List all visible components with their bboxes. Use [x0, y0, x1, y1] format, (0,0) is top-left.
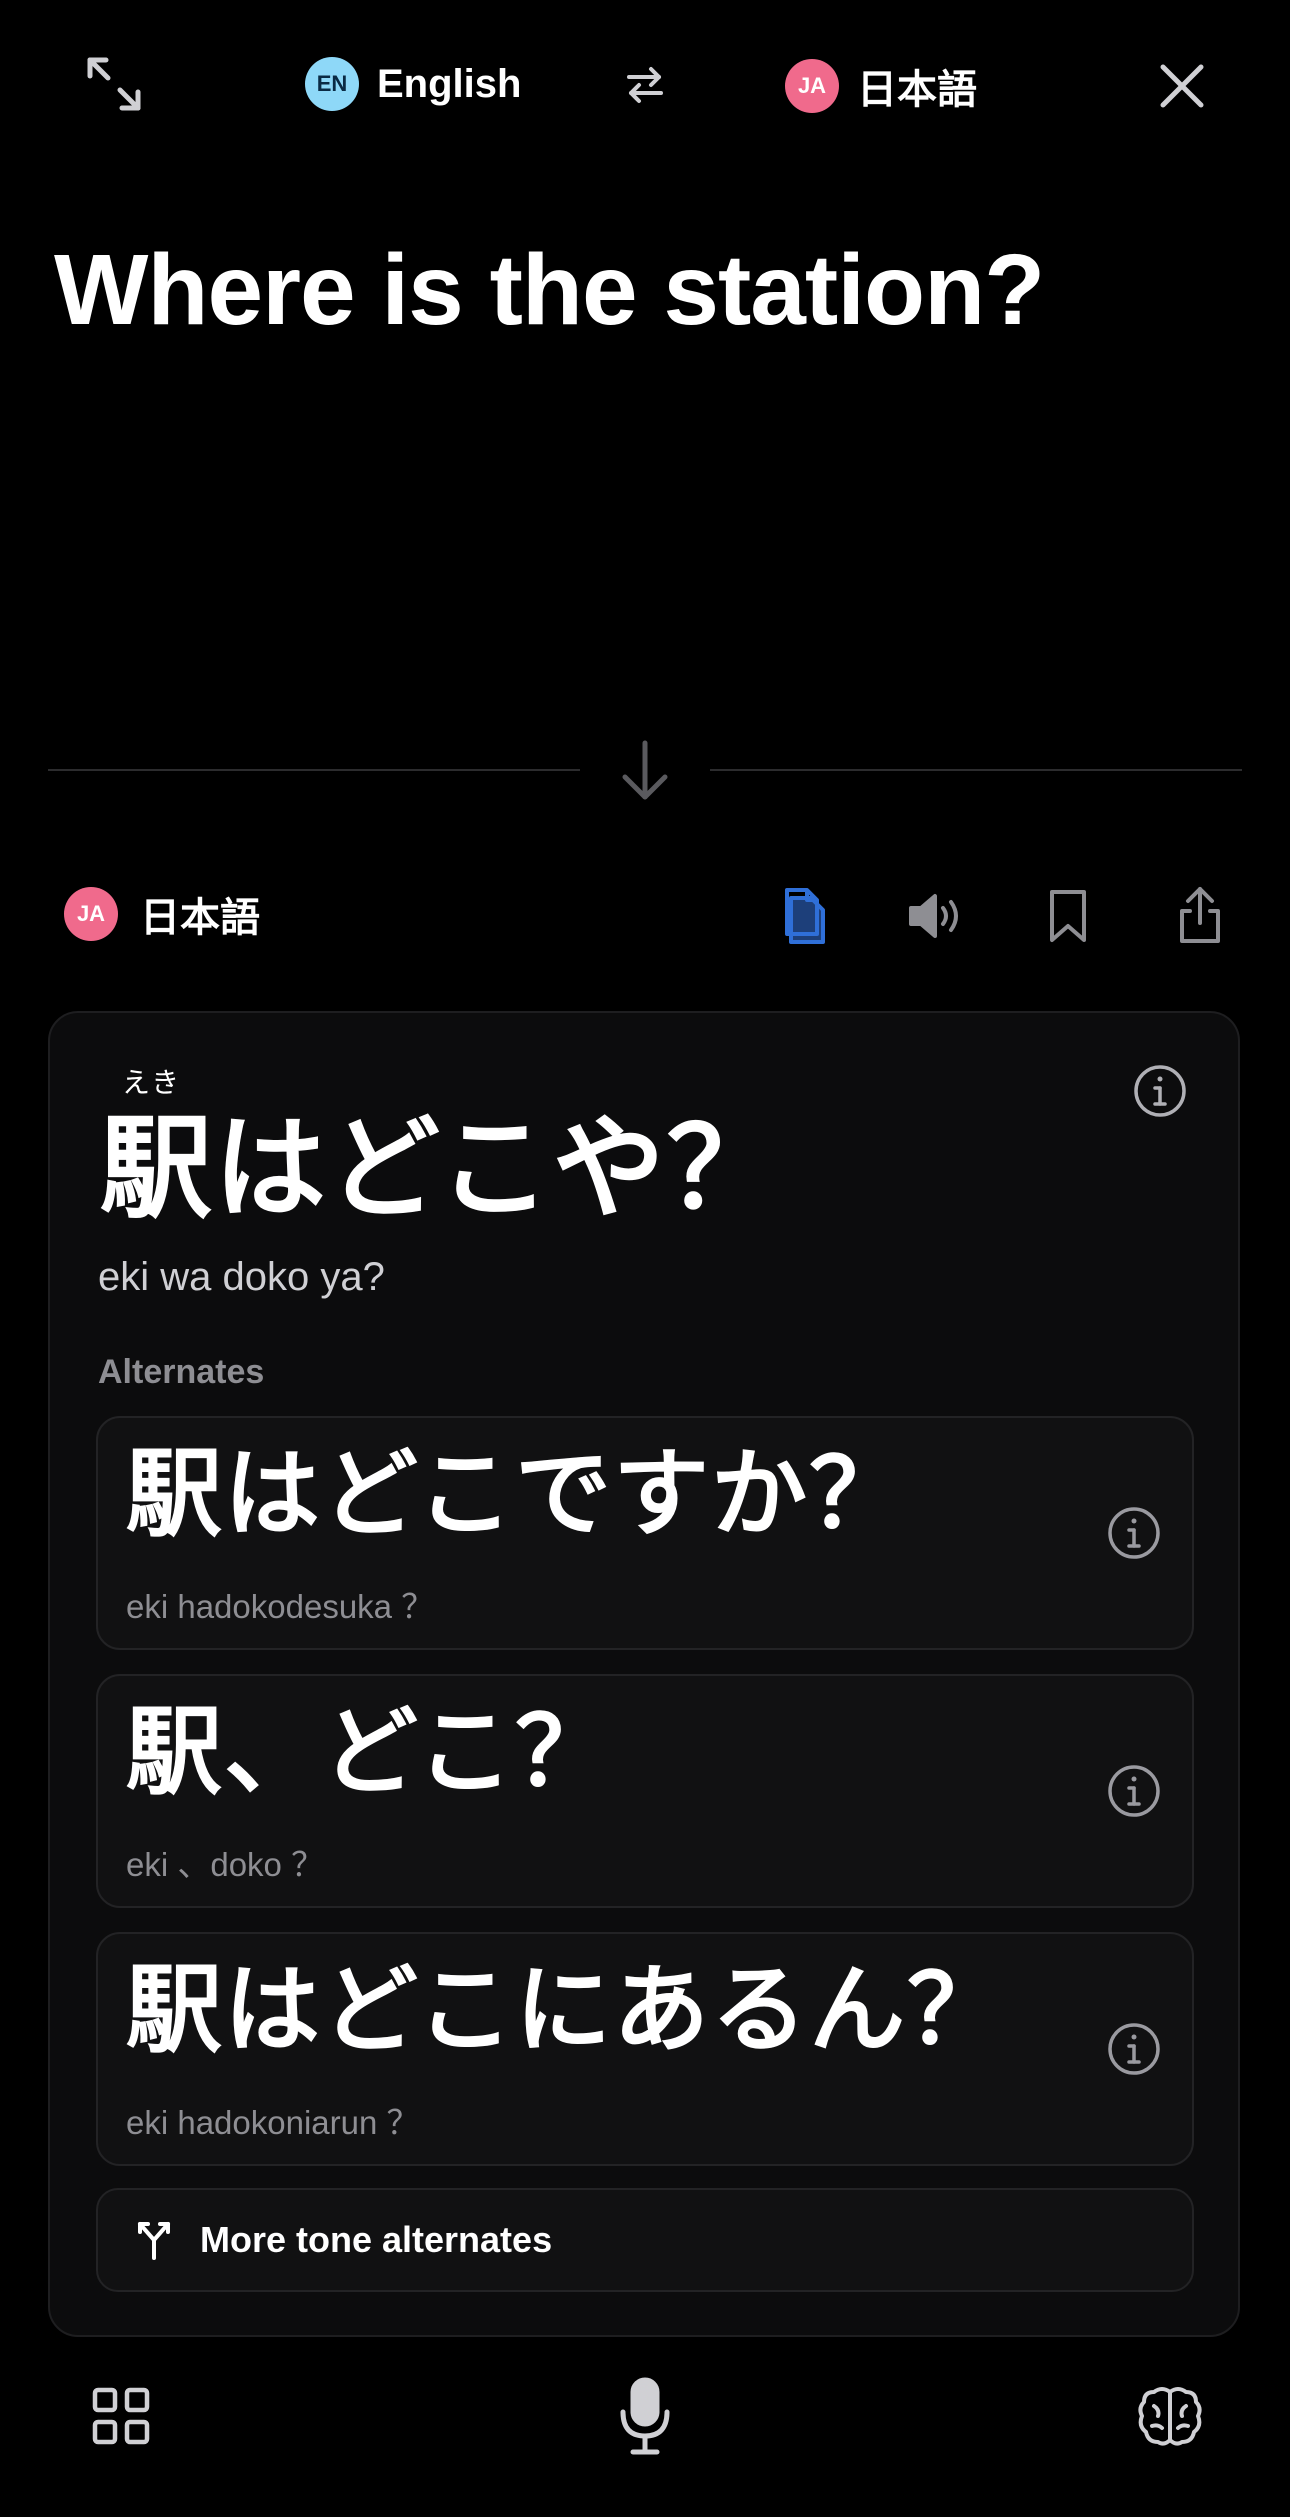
alternate-text: 駅はどこにあるん？ — [126, 1954, 1006, 2066]
target-language-label: JA 日本語 — [64, 885, 260, 943]
alternate-romaji: eki hadokodesuka ？ — [126, 1588, 435, 1625]
alternate-romaji: eki 、doko ？ — [126, 1846, 325, 1883]
source-language-badge: EN — [305, 57, 359, 111]
alternate-item[interactable]: 駅はどこにあるん？ eki hadokoniarun ？ — [96, 1932, 1194, 2166]
expand-icon[interactable] — [78, 48, 150, 120]
info-icon[interactable] — [1130, 1061, 1190, 1121]
furigana: えき — [122, 1067, 182, 1098]
bookmark-icon[interactable] — [1038, 880, 1098, 952]
target-language-badge: JA — [785, 59, 839, 113]
divider-right — [710, 769, 1242, 771]
speaker-icon[interactable] — [902, 882, 972, 950]
source-language-selector[interactable]: EN English — [305, 57, 521, 111]
alternate-text: 駅はどこですか？ — [126, 1438, 908, 1550]
source-text[interactable]: Where is the station? — [54, 235, 1234, 345]
grid-icon[interactable] — [88, 2383, 154, 2449]
alternate-item[interactable]: 駅、どこ？ eki 、doko ？ — [96, 1674, 1194, 1908]
swap-icon[interactable] — [618, 58, 672, 112]
translation-text[interactable]: 駅はどこや？ — [100, 1105, 781, 1234]
alternate-romaji: eki hadokoniarun ？ — [126, 2104, 420, 2141]
target-name: 日本語 — [140, 896, 260, 940]
more-tone-label: More tone alternates — [200, 2219, 553, 2260]
divider-left — [48, 769, 580, 771]
alternates-heading: Alternates — [98, 1353, 265, 1391]
target-language-name: 日本語 — [857, 68, 977, 112]
arrow-down-icon — [612, 738, 678, 804]
brain-icon[interactable] — [1134, 2380, 1206, 2452]
source-language-name: English — [377, 61, 522, 106]
close-icon[interactable] — [1150, 54, 1214, 118]
info-icon[interactable] — [1106, 1505, 1162, 1561]
copy-icon[interactable] — [772, 880, 838, 952]
alternate-item[interactable]: 駅はどこですか？ eki hadokodesuka ？ — [96, 1416, 1194, 1650]
info-icon[interactable] — [1106, 2021, 1162, 2077]
alternate-text: 駅、どこ？ — [126, 1696, 614, 1808]
translation-card: えき 駅はどこや？ eki wa doko ya? Alternates 駅はど… — [48, 1011, 1240, 2337]
branch-icon — [134, 2220, 174, 2260]
info-icon[interactable] — [1106, 1763, 1162, 1819]
microphone-icon[interactable] — [612, 2374, 678, 2458]
translation-romaji: eki wa doko ya? — [98, 1255, 385, 1299]
target-language-selector[interactable]: JA 日本語 — [785, 57, 977, 115]
target-badge: JA — [64, 887, 118, 941]
more-tone-alternates-button[interactable]: More tone alternates — [96, 2188, 1194, 2292]
share-icon[interactable] — [1168, 878, 1232, 952]
